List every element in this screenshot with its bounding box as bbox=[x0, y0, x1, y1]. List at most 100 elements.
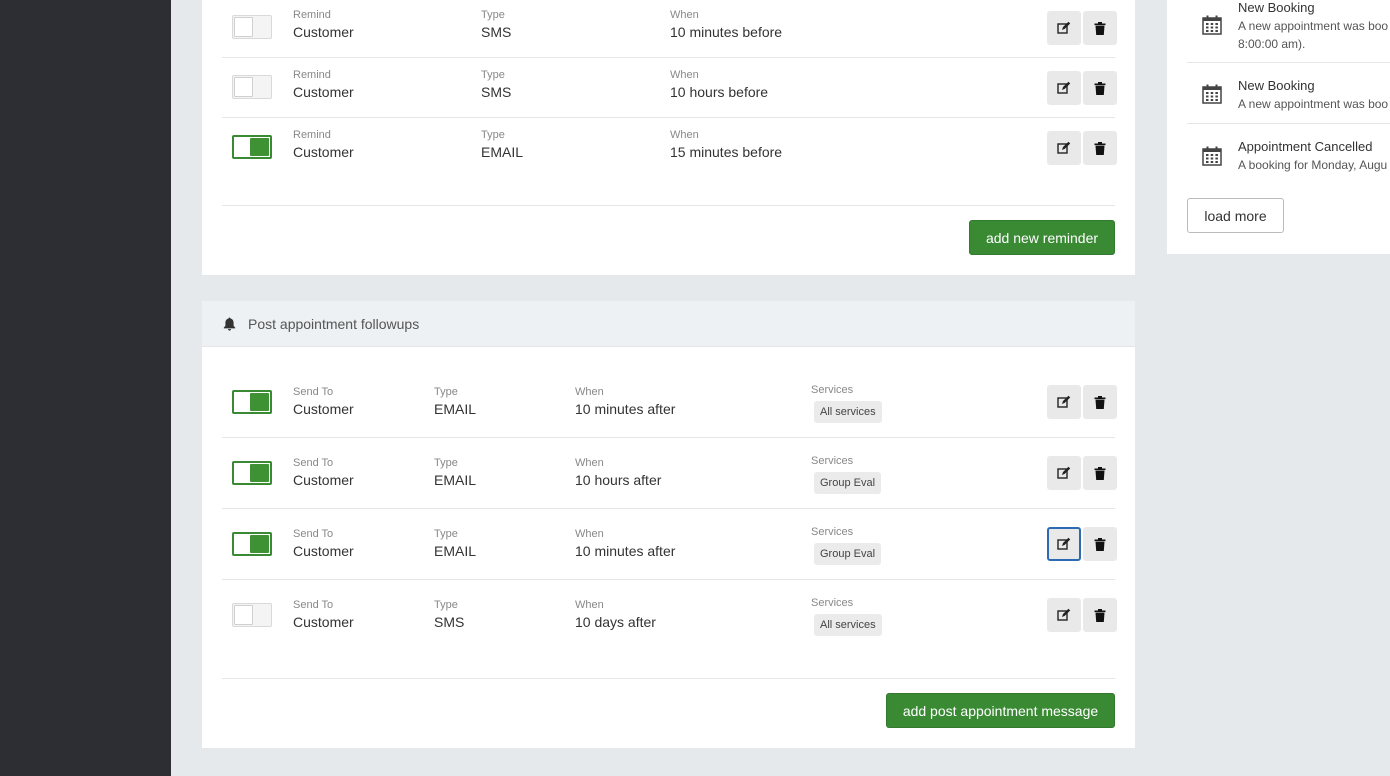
when-value: 10 hours before bbox=[670, 84, 769, 100]
when-value: 15 minutes before bbox=[670, 144, 783, 160]
trash-icon bbox=[1094, 537, 1106, 551]
reminder-row: Remind Customer Type SMS When 10 hours befo… bbox=[222, 58, 1117, 118]
edit-button[interactable] bbox=[1047, 456, 1081, 490]
delete-button[interactable] bbox=[1083, 456, 1117, 490]
send-to-value: Customer bbox=[293, 614, 354, 630]
reminder-toggle[interactable] bbox=[232, 15, 272, 39]
services-label: Services bbox=[811, 597, 854, 609]
add-post-appointment-button[interactable]: add post appointment message bbox=[886, 693, 1115, 728]
type-label: Type bbox=[434, 599, 458, 611]
edit-icon bbox=[1057, 395, 1071, 408]
send-to-label: Send To bbox=[293, 528, 334, 540]
edit-button[interactable] bbox=[1047, 11, 1081, 45]
followup-toggle[interactable] bbox=[232, 461, 272, 485]
type-label: Type bbox=[481, 129, 505, 141]
when-label: When bbox=[670, 129, 699, 141]
delete-button[interactable] bbox=[1083, 71, 1117, 105]
type-label: Type bbox=[434, 386, 458, 398]
trash-icon bbox=[1094, 141, 1106, 155]
edit-icon bbox=[1057, 21, 1071, 34]
type-value: SMS bbox=[481, 24, 512, 40]
edit-button[interactable] bbox=[1047, 598, 1081, 632]
followups-title: Post appointment followups bbox=[248, 315, 420, 332]
remind-label: Remind bbox=[293, 69, 331, 81]
activity-desc: A new appointment was boo bbox=[1238, 97, 1389, 111]
send-to-value: Customer bbox=[293, 401, 354, 417]
bell-icon bbox=[223, 317, 236, 331]
remind-label: Remind bbox=[293, 129, 331, 141]
services-label: Services bbox=[811, 384, 854, 396]
edit-button[interactable] bbox=[1047, 71, 1081, 105]
type-label: Type bbox=[481, 69, 505, 81]
send-to-label: Send To bbox=[293, 599, 334, 611]
delete-button[interactable] bbox=[1083, 598, 1117, 632]
sidebar bbox=[0, 0, 171, 776]
trash-icon bbox=[1094, 466, 1106, 480]
activity-item[interactable]: Appointment Cancelled A booking for Mond… bbox=[1187, 124, 1390, 184]
load-more-button[interactable]: load more bbox=[1187, 198, 1284, 233]
activity-item[interactable]: New Booking A new appointment was boo 8:… bbox=[1187, 0, 1390, 63]
delete-button[interactable] bbox=[1083, 11, 1117, 45]
when-label: When bbox=[575, 457, 604, 469]
when-value: 10 minutes before bbox=[670, 24, 783, 40]
when-label: When bbox=[670, 9, 699, 21]
type-value: EMAIL bbox=[434, 543, 477, 559]
type-value: EMAIL bbox=[434, 401, 477, 417]
activity-item[interactable]: New Booking A new appointment was boo bbox=[1187, 63, 1390, 124]
send-to-value: Customer bbox=[293, 543, 354, 559]
followup-toggle[interactable] bbox=[232, 390, 272, 414]
reminder-toggle[interactable] bbox=[232, 135, 272, 159]
services-badge: Group Eval bbox=[814, 543, 882, 565]
followup-row: Send To Customer Type EMAIL When 10 minutes… bbox=[222, 509, 1117, 580]
trash-icon bbox=[1094, 608, 1106, 622]
when-label: When bbox=[575, 599, 604, 611]
calendar-icon bbox=[1202, 15, 1222, 35]
when-value: 10 minutes after bbox=[575, 401, 676, 417]
services-label: Services bbox=[811, 526, 854, 538]
followup-row: Send To Customer Type EMAIL When 10 minutes… bbox=[222, 367, 1117, 438]
when-label: When bbox=[575, 528, 604, 540]
reminder-toggle[interactable] bbox=[232, 75, 272, 99]
when-label: When bbox=[670, 69, 699, 81]
delete-button[interactable] bbox=[1083, 527, 1117, 561]
when-value: 10 minutes after bbox=[575, 543, 676, 559]
when-value: 10 hours after bbox=[575, 472, 662, 488]
followup-toggle[interactable] bbox=[232, 532, 272, 556]
activity-title: New Booking bbox=[1238, 78, 1315, 93]
activity-desc-continued: 8:00:00 am). bbox=[1238, 37, 1306, 51]
activity-title: Appointment Cancelled bbox=[1238, 139, 1373, 154]
type-value: SMS bbox=[481, 84, 512, 100]
edit-icon bbox=[1057, 466, 1071, 479]
followup-row: Send To Customer Type SMS When 10 days afte… bbox=[222, 580, 1117, 651]
send-to-label: Send To bbox=[293, 386, 334, 398]
edit-button[interactable] bbox=[1047, 385, 1081, 419]
delete-button[interactable] bbox=[1083, 385, 1117, 419]
send-to-value: Customer bbox=[293, 472, 354, 488]
add-reminder-button[interactable]: add new reminder bbox=[969, 220, 1115, 255]
edit-button[interactable] bbox=[1047, 527, 1081, 561]
type-value: EMAIL bbox=[434, 472, 477, 488]
when-value: 10 days after bbox=[575, 614, 656, 630]
remind-value: Customer bbox=[293, 144, 354, 160]
remind-value: Customer bbox=[293, 84, 354, 100]
calendar-icon bbox=[1202, 84, 1222, 104]
delete-button[interactable] bbox=[1083, 131, 1117, 165]
edit-icon bbox=[1057, 81, 1071, 94]
when-label: When bbox=[575, 386, 604, 398]
activity-desc: A new appointment was boo bbox=[1238, 19, 1389, 33]
services-badge: All services bbox=[814, 401, 882, 423]
divider bbox=[222, 205, 1115, 206]
trash-icon bbox=[1094, 21, 1106, 35]
edit-button[interactable] bbox=[1047, 131, 1081, 165]
activity-panel: New Booking A new appointment was boo 8:… bbox=[1167, 0, 1390, 254]
followup-row: Send To Customer Type EMAIL When 10 hours a… bbox=[222, 438, 1117, 509]
reminder-row: Remind Customer Type SMS When 10 minutes be… bbox=[222, 0, 1117, 58]
type-label: Type bbox=[434, 528, 458, 540]
send-to-label: Send To bbox=[293, 457, 334, 469]
activity-title: New Booking bbox=[1238, 0, 1315, 15]
services-badge: Group Eval bbox=[814, 472, 882, 494]
type-label: Type bbox=[481, 9, 505, 21]
divider bbox=[222, 678, 1115, 679]
followup-toggle[interactable] bbox=[232, 603, 272, 627]
reminder-row: Remind Customer Type EMAIL When 15 minutes … bbox=[222, 118, 1117, 178]
